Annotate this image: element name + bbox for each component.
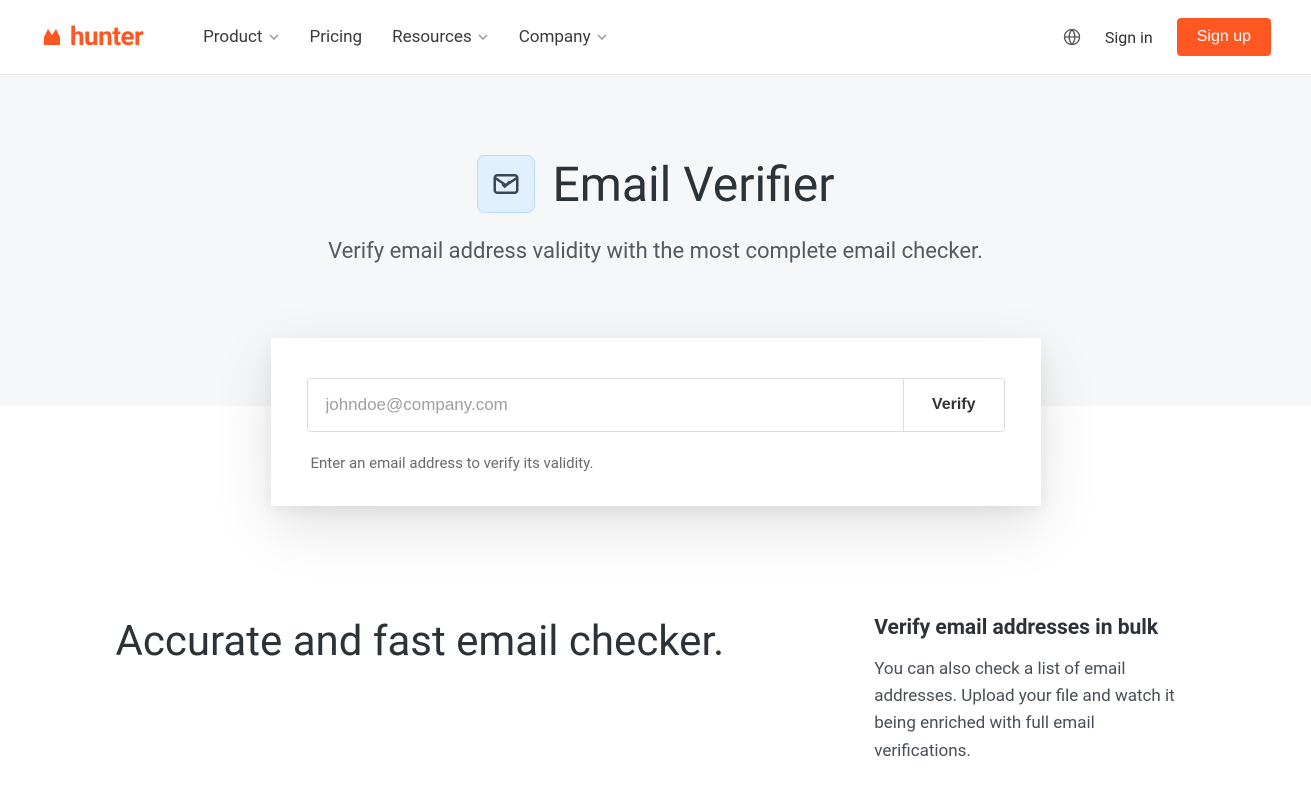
signup-button[interactable]: Sign up [1177,18,1271,56]
bulk-body: You can also check a list of email addre… [874,656,1195,765]
email-input[interactable] [308,379,903,431]
bulk-heading: Verify email addresses in bulk [874,616,1195,640]
nav-pricing-label: Pricing [310,27,363,47]
nav-company[interactable]: Company [519,27,608,47]
nav-resources[interactable]: Resources [392,27,489,47]
chevron-down-icon [596,31,608,43]
hunter-logo-icon [40,25,64,49]
section-heading: Accurate and fast email checker. [116,616,725,669]
header-right: Sign in Sign up [1063,18,1271,56]
nav-product[interactable]: Product [203,27,279,47]
content-right: Verify email addresses in bulk You can a… [874,616,1195,765]
logo-text: hunter [70,22,143,52]
chevron-down-icon [477,31,489,43]
content-left: Accurate and fast email checker. [116,616,725,669]
email-check-icon [491,169,521,199]
globe-icon[interactable] [1063,28,1081,46]
verify-input-row: Verify [307,378,1005,432]
header-left: hunter Product Pricing Resources Company [40,22,608,52]
main-header: hunter Product Pricing Resources Company [0,0,1311,75]
hero-title-row: Email Verifier [156,155,1156,213]
main-nav: Product Pricing Resources Company [203,27,608,47]
content-section: Accurate and fast email checker. Verify … [76,506,1236,805]
page-title: Email Verifier [553,156,835,213]
signin-link[interactable]: Sign in [1105,28,1153,47]
email-check-icon-box [477,155,535,213]
hero-subtitle: Verify email address validity with the m… [316,235,996,268]
hero-inner: Email Verifier Verify email address vali… [156,155,1156,506]
verify-card: Verify Enter an email address to verify … [271,338,1041,506]
nav-pricing[interactable]: Pricing [310,27,363,47]
verify-hint: Enter an email address to verify its val… [307,454,1005,472]
nav-product-label: Product [203,27,262,47]
nav-resources-label: Resources [392,27,472,47]
nav-company-label: Company [519,27,591,47]
chevron-down-icon [268,31,280,43]
logo[interactable]: hunter [40,22,143,52]
verify-button[interactable]: Verify [903,379,1004,431]
hero-section: Email Verifier Verify email address vali… [0,75,1311,506]
